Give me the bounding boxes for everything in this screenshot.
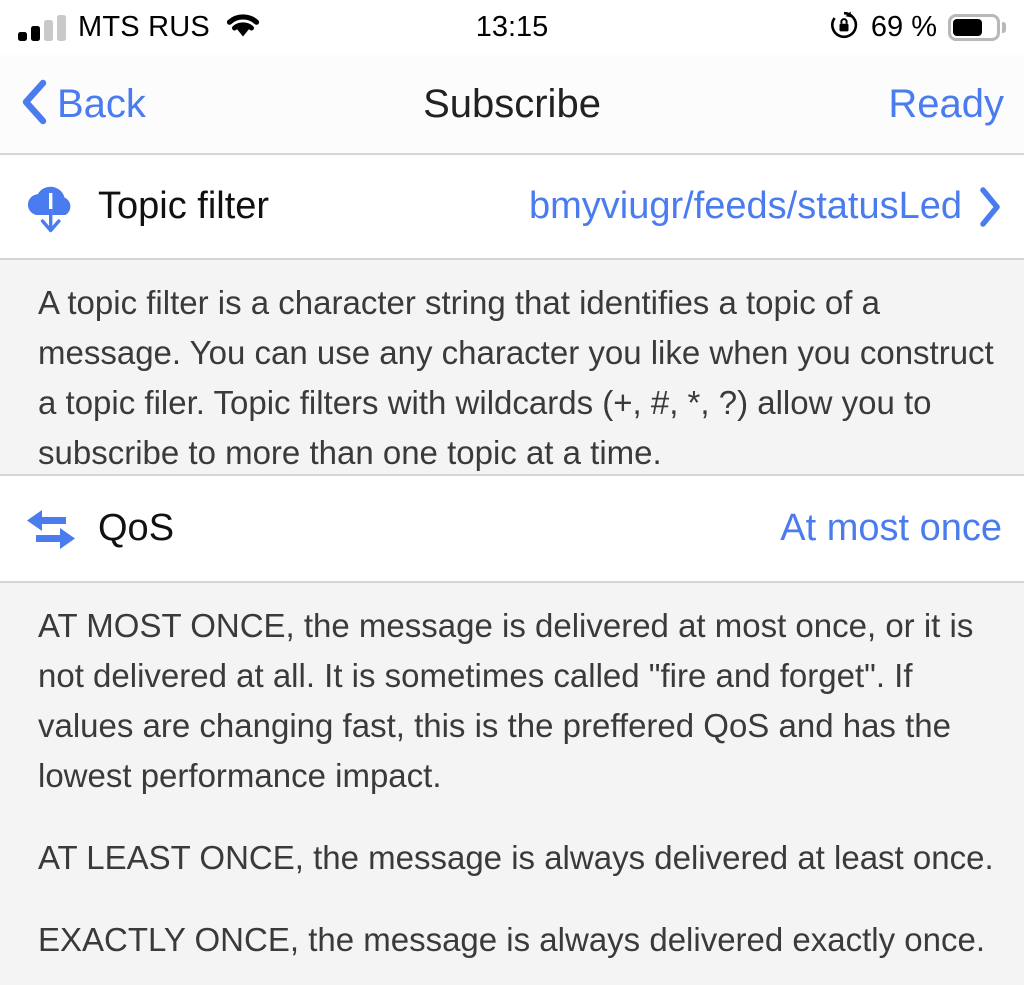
battery-icon xyxy=(948,14,1006,41)
back-button[interactable]: Back xyxy=(20,79,146,130)
qos-description-paragraph-2: AT LEAST ONCE, the message is always del… xyxy=(38,839,994,876)
battery-percentage: 69 % xyxy=(870,11,937,43)
qos-label: QoS xyxy=(98,507,175,549)
status-bar-left: MTS RUS xyxy=(18,11,262,44)
carrier-name: MTS RUS xyxy=(78,11,210,43)
chevron-right-icon xyxy=(978,186,1002,228)
back-button-label: Back xyxy=(57,81,146,126)
status-bar: MTS RUS 13:15 69 % xyxy=(0,0,1024,55)
exchange-arrows-icon xyxy=(18,498,84,560)
qos-description: AT MOST ONCE, the message is delivered a… xyxy=(0,581,1024,985)
status-bar-right: 69 % xyxy=(828,9,1006,46)
navigation-bar: Back Subscribe Ready xyxy=(0,55,1024,155)
topic-filter-description: A topic filter is a character string tha… xyxy=(0,258,1024,476)
topic-filter-value: bmyviugr/feeds/statusLed xyxy=(528,185,962,227)
page-title: Subscribe xyxy=(423,81,601,126)
qos-row[interactable]: QoS At most once xyxy=(0,476,1024,581)
ready-button[interactable]: Ready xyxy=(888,82,1004,127)
rotation-lock-icon xyxy=(828,9,860,46)
qos-description-paragraph-1: AT MOST ONCE, the message is delivered a… xyxy=(38,607,974,794)
topic-filter-description-paragraph: A topic filter is a character string tha… xyxy=(38,284,994,471)
wifi-icon xyxy=(224,11,262,44)
cloud-download-icon xyxy=(18,175,84,239)
qos-value: At most once xyxy=(780,507,1002,549)
chevron-left-icon xyxy=(20,79,48,130)
topic-filter-row[interactable]: Topic filter bmyviugr/feeds/statusLed xyxy=(0,155,1024,258)
cellular-signal-icon xyxy=(18,14,66,41)
qos-description-paragraph-3: EXACTLY ONCE, the message is always deli… xyxy=(38,921,986,958)
topic-filter-label: Topic filter xyxy=(98,185,270,227)
